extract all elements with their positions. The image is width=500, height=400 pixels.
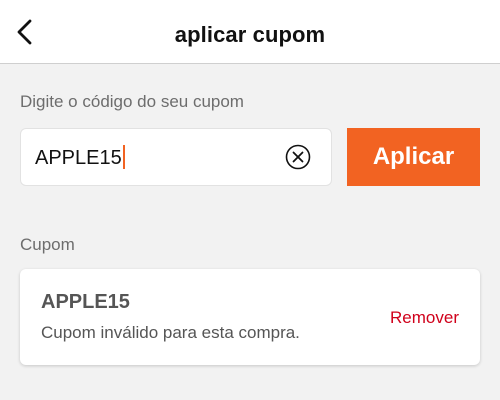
text-caret bbox=[122, 144, 125, 169]
coupon-card: APPLE15 Cupom inválido para esta compra.… bbox=[20, 269, 480, 365]
clear-circle-x-icon[interactable] bbox=[285, 144, 311, 170]
coupon-code: APPLE15 bbox=[41, 291, 130, 313]
header-bar: aplicar cupom bbox=[0, 0, 500, 64]
coupon-code-input-value[interactable]: APPLE15 bbox=[35, 129, 125, 185]
apply-button[interactable]: Aplicar bbox=[347, 128, 480, 186]
coupon-code-label: Digite o código do seu cupom bbox=[20, 92, 244, 111]
remove-coupon-button[interactable]: Remover bbox=[390, 308, 459, 328]
coupon-error-message: Cupom inválido para esta compra. bbox=[41, 323, 300, 342]
coupon-section-label: Cupom bbox=[20, 235, 75, 254]
coupon-code-input[interactable]: APPLE15 bbox=[20, 128, 332, 186]
page-title: aplicar cupom bbox=[174, 22, 326, 47]
